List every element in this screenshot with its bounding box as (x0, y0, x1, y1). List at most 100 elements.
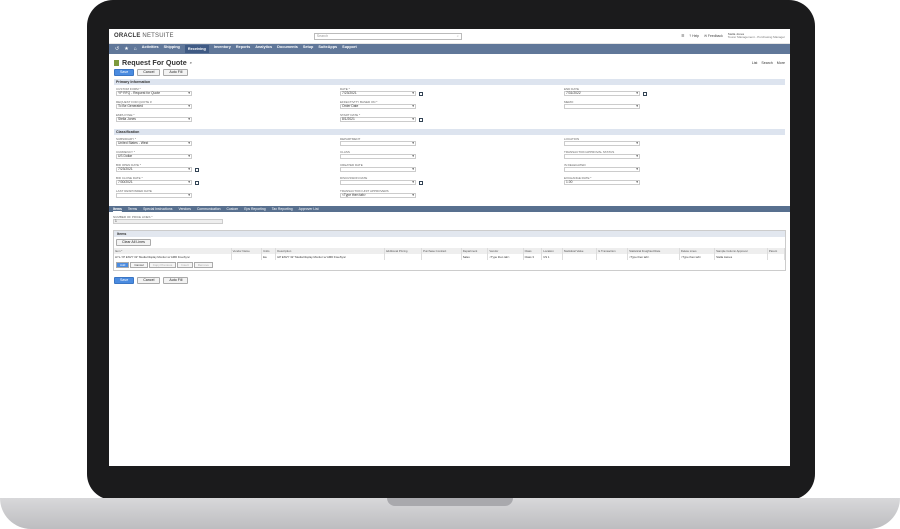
classification-section: Subsidiary *United States - WestCurrency… (114, 137, 785, 202)
field-column: Date *7/23/2021Effectivity Based On *Ord… (338, 87, 562, 126)
field-input[interactable] (564, 141, 640, 146)
global-search-input[interactable]: Search ⌕ (313, 32, 462, 40)
items-table: Item * Vendor Name Units Description Additio… (114, 248, 786, 260)
field-input[interactable] (340, 154, 416, 159)
tab-vendors[interactable]: Vendors (179, 207, 191, 211)
form-field: Location (562, 137, 786, 150)
auto-fill-button[interactable]: Auto Fill (163, 69, 189, 76)
field-input[interactable] (340, 141, 416, 146)
auto-fill-button-bottom[interactable]: Auto Fill (163, 277, 189, 284)
tab-terms[interactable]: Terms (128, 207, 137, 211)
feedback-link[interactable]: ✉ Feedback (704, 34, 723, 38)
add-button[interactable]: Add (116, 262, 130, 268)
form-field: Bid Close Date * 7/30/2021 (114, 176, 338, 189)
nav-item-reports[interactable]: Reports (236, 45, 250, 53)
calendar-icon[interactable] (195, 168, 199, 173)
remove-button[interactable]: Remove (193, 262, 213, 268)
nav-item-inventory[interactable]: Inventory (214, 45, 231, 53)
tab-special-instructions[interactable]: Special Instructions (143, 207, 172, 211)
search-icon: ⌕ (456, 34, 459, 38)
field-input[interactable] (116, 193, 192, 198)
form-field: Exchange Rate * 1.00 (562, 176, 786, 189)
calendar-icon[interactable] (195, 181, 199, 186)
form-field: Is Delegated (562, 163, 786, 176)
logo: ORACLE NETSUITE (114, 33, 174, 39)
recent-icon[interactable]: ↺ (115, 46, 119, 52)
nav-item-suiteapps[interactable]: SuiteApps (318, 45, 337, 53)
field-input[interactable]: US Dollar (116, 154, 192, 159)
nav-item-documents[interactable]: Documents (277, 45, 298, 53)
tab-tax-reporting[interactable]: Tax Reporting (272, 207, 293, 211)
form-field: Subsidiary * United States - West (114, 137, 338, 150)
field-column: Subsidiary *United States - WestCurrency… (114, 137, 338, 202)
main-nav: ↺ ★ ⌂ Activities Shipping Receiving Invento… (109, 44, 790, 54)
cancel-button[interactable]: Cancel (130, 262, 148, 268)
field-input[interactable]: 1.00 (564, 180, 640, 185)
form-field: Class (338, 150, 562, 163)
tab-approver-list[interactable]: Approver List (299, 207, 319, 211)
cancel-button-bottom[interactable]: Cancel (137, 277, 161, 284)
save-button[interactable]: Save (114, 69, 135, 76)
primary-info-section: Custom Form *YP RFQ - Request for QuoteR… (114, 87, 785, 126)
field-input[interactable]: Stella Jones (116, 117, 192, 122)
calendar-icon[interactable] (419, 118, 423, 123)
screen: ORACLE NETSUITE Search ⌕ ☰ ? Help ✉ Feedb… (109, 29, 790, 466)
field-input[interactable]: 7/23/2021 (116, 167, 192, 172)
insert-button[interactable]: Insert (177, 262, 193, 268)
field-input[interactable] (564, 154, 640, 159)
field-input[interactable]: 7/30/2021 (116, 180, 192, 185)
field-input[interactable] (564, 104, 640, 109)
clear-all-lines-button[interactable]: Clear All Lines (116, 239, 151, 246)
field-input[interactable]: To Be Generated (116, 104, 192, 109)
field-column: DepartmentClassCreated DateDiscussion Da… (338, 137, 562, 202)
form-field: Effectivity Based On * Order Date (338, 100, 562, 113)
form-field: Bid Open Date * 7/23/2021 (114, 163, 338, 176)
field-input[interactable] (340, 180, 416, 185)
nav-item-analytics[interactable]: Analytics (255, 45, 272, 53)
star-icon[interactable]: ★ (124, 46, 128, 52)
field-input[interactable]: Order Date (340, 104, 416, 109)
field-input[interactable]: 8/1/2021 (340, 117, 416, 122)
form-field: Date * 7/23/2021 (338, 87, 562, 100)
form-field: Employee * Stella Jones (114, 113, 338, 126)
nav-item-shipping[interactable]: Shipping (164, 45, 180, 53)
search-icon[interactable]: ⌕ (190, 60, 192, 65)
recent-records-icon[interactable]: ☰ (681, 34, 684, 38)
page-action-search[interactable]: Search (761, 61, 772, 65)
field-column: LocationTransaction Approval StatusIs De… (562, 137, 786, 202)
tab-eps-reporting[interactable]: Eps Reporting (244, 207, 266, 211)
items-sublist: Items Clear All Lines Item * Vendor Name U… (113, 230, 786, 271)
nav-item-activities[interactable]: Activities (142, 45, 159, 53)
copy-previous-button[interactable]: Copy Previous (148, 262, 177, 268)
classification-header[interactable]: Classification (114, 129, 785, 135)
field-input[interactable]: 7/23/2021 (340, 91, 416, 96)
field-input[interactable]: United States - West (116, 141, 192, 146)
field-input[interactable]: YP RFQ - Request for Quote (116, 91, 192, 96)
tab-items[interactable]: Items (113, 207, 122, 211)
field-input[interactable] (340, 167, 416, 172)
nav-item-support[interactable]: Support (342, 45, 357, 53)
nav-item-receiving[interactable]: Receiving (184, 45, 209, 53)
field-input[interactable]: 7/31/2022 (564, 91, 640, 96)
calendar-icon[interactable] (419, 181, 423, 186)
tab-custom[interactable]: Custom (227, 207, 239, 211)
page-action-list[interactable]: List (752, 61, 758, 65)
field-input[interactable] (564, 167, 640, 172)
calendar-icon[interactable] (419, 92, 423, 97)
home-icon[interactable]: ⌂ (134, 46, 137, 52)
primary-info-header[interactable]: Primary Information (114, 79, 785, 85)
user-menu[interactable]: Stella Jones Tourer Management - Purchasi… (728, 32, 785, 40)
help-link[interactable]: ? Help (689, 34, 699, 38)
save-button-bottom[interactable]: Save (114, 277, 135, 284)
field-input[interactable]: <Type then tab> (340, 193, 416, 198)
tab-communication[interactable]: Communication (197, 207, 221, 211)
form-field: Created Date (338, 163, 562, 176)
form-field: Transaction Unit Approvers <Type then tab… (338, 189, 562, 202)
nav-item-setup[interactable]: Setup (303, 45, 314, 53)
top-bar: ORACLE NETSUITE Search ⌕ ☰ ? Help ✉ Feedb… (109, 29, 790, 44)
calendar-icon[interactable] (643, 92, 647, 97)
cancel-button[interactable]: Cancel (137, 69, 161, 76)
form-field: Department (338, 137, 562, 150)
page-icon (114, 59, 119, 66)
page-action-more[interactable]: More (777, 61, 785, 65)
